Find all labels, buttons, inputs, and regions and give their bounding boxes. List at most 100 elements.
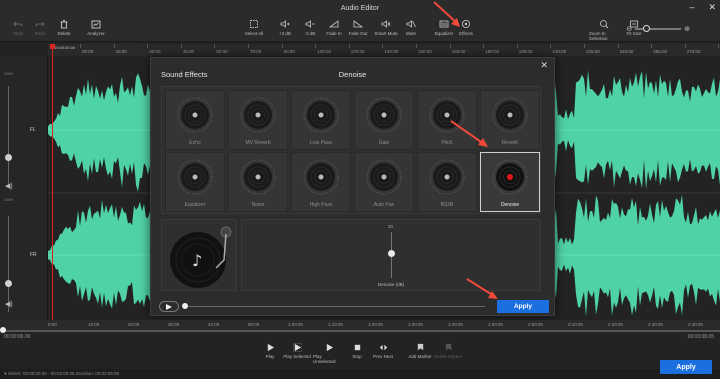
minimize-icon[interactable]: – xyxy=(689,2,694,12)
mute-button[interactable]: Mute xyxy=(397,19,425,36)
ruler-tick-mark xyxy=(214,44,216,48)
effect-tile-noise[interactable]: Noise xyxy=(228,152,288,212)
ruler-tick-mark xyxy=(113,44,115,48)
fade-out-label: Fade Out xyxy=(348,31,368,36)
effect-name-heading: Denoise xyxy=(338,70,367,79)
overview-progress-track[interactable] xyxy=(0,330,720,332)
annotation-arrow-denoise xyxy=(450,120,488,147)
total-time: 00:03:08.05 xyxy=(687,334,714,340)
delete-button[interactable]: Delete xyxy=(50,19,78,36)
vinyl-disc-icon xyxy=(177,97,213,133)
play-icon xyxy=(267,343,274,352)
effect-label: Reverb xyxy=(501,140,519,146)
vinyl-disc-icon xyxy=(492,97,528,133)
playhead-line[interactable] xyxy=(52,44,53,330)
delete-marker-icon xyxy=(445,343,451,351)
transport-controls: Play Play Selected Play Unselected Stop … xyxy=(0,343,720,369)
preview-progress-track[interactable] xyxy=(185,306,485,307)
effect-label: Gain xyxy=(378,140,390,146)
overview-progress-knob[interactable] xyxy=(0,327,6,333)
effect-tile-high-pass[interactable]: High Pass xyxy=(291,152,351,212)
fr-volume-knob[interactable] xyxy=(5,280,12,287)
select-all-button[interactable]: Select All xyxy=(240,19,268,36)
effect-tile-low-pass[interactable]: Low Pass xyxy=(291,90,351,150)
playhead-marker[interactable] xyxy=(50,44,55,49)
overview-tick-label: 2:00:00 xyxy=(528,322,544,327)
ruler-tick-label: 225:00 xyxy=(586,49,600,54)
zoom-out-icon[interactable]: ⊖ xyxy=(626,25,632,33)
analyzer-button[interactable]: Analyzer xyxy=(82,19,110,36)
effect-tile-mv-reverb[interactable]: MV Reverb xyxy=(228,90,288,150)
effect-label: Auto Pan xyxy=(373,202,395,208)
zoom-selection-icon xyxy=(600,20,609,29)
ruler-tick-label: 105:00 xyxy=(317,49,331,54)
zoom-selection-label: Zoom In Selection xyxy=(589,31,608,41)
fr-volume-track[interactable] xyxy=(8,216,9,312)
ruler-tick-mark xyxy=(617,44,619,48)
effect-tile-denoise[interactable]: Denoise xyxy=(480,152,540,212)
annotation-arrow-apply xyxy=(466,278,498,299)
turntable-icon: ♪ xyxy=(170,226,232,288)
timeline-ruler[interactable]: 00:00 15:00 30:00 45:00 60:00 75:00 90:00 105:0… xyxy=(48,44,720,56)
apply-button[interactable]: Apply xyxy=(660,360,712,374)
overview-tick-label: 2:40:00 xyxy=(688,322,704,327)
analyzer-icon xyxy=(91,20,101,29)
overview-tick-label: 1:50:00 xyxy=(488,322,504,327)
ruler-tick-label: 45:00 xyxy=(182,49,195,54)
delete-label: Delete xyxy=(57,31,71,36)
fl-volume-track[interactable] xyxy=(8,86,9,186)
zoom-slider[interactable] xyxy=(635,25,682,32)
prev-next-button[interactable]: Prev Next xyxy=(367,343,399,359)
zoom-in-icon[interactable]: ⊕ xyxy=(684,25,690,33)
fade-out-button[interactable]: Fade Out xyxy=(344,19,372,36)
current-time: 00:00:00.00 xyxy=(4,334,31,340)
ruler-tick-mark xyxy=(180,44,182,48)
fl-speaker-icon[interactable]: ◀) xyxy=(5,182,13,190)
play-selected-button[interactable]: Play Selected xyxy=(281,343,313,359)
vinyl-disc-icon xyxy=(303,159,339,195)
vinyl-disc-icon xyxy=(177,159,213,195)
dialog-apply-button[interactable]: Apply xyxy=(497,300,549,313)
overview-ruler[interactable]: 0:00 10:00 20:00 30:00 40:00 50:00 1:00:00 1:10… xyxy=(0,320,720,330)
overview-tick-label: 2:30:00 xyxy=(648,322,664,327)
ruler-tick-mark xyxy=(281,44,283,48)
smart-mute-button[interactable]: Smart Mute xyxy=(372,19,400,36)
close-icon[interactable]: ✕ xyxy=(708,2,716,12)
effect-tile-bs2b[interactable]: BS2B xyxy=(417,152,477,212)
overview-tick-label: 50:00 xyxy=(248,322,260,327)
delete-marker-button[interactable]: Delete Marker xyxy=(432,343,464,359)
trash-icon xyxy=(60,20,68,29)
svg-text:♪: ♪ xyxy=(192,251,202,270)
effect-label: MV Reverb xyxy=(245,140,271,146)
vinyl-disc-icon xyxy=(366,159,402,195)
preview-play-button[interactable] xyxy=(159,301,179,312)
zoom-slider-knob[interactable] xyxy=(643,25,651,32)
fl-volume-knob[interactable] xyxy=(5,154,12,161)
vinyl-disc-icon xyxy=(429,159,465,195)
overview-tick-label: 1:30:00 xyxy=(408,322,424,327)
overview-tick-label: 40:00 xyxy=(208,322,220,327)
overview-tick-label: 2:20:00 xyxy=(608,322,624,327)
effect-tile-echo[interactable]: Echo xyxy=(165,90,225,150)
fr-speaker-icon[interactable]: ◀) xyxy=(5,300,13,308)
audio-editor-window: Audio Editor – ✕ Undo Redo Delete Analyz… xyxy=(0,0,720,379)
effect-tile-gain[interactable]: Gain xyxy=(354,90,414,150)
zoom-selection-button[interactable]: Zoom In Selection xyxy=(589,19,619,41)
effect-label: High Pass xyxy=(309,202,333,208)
ruler-tick-mark xyxy=(416,44,417,48)
effect-tile-auto-pan[interactable]: Auto Pan xyxy=(354,152,414,212)
undo-icon xyxy=(13,21,23,27)
channel-column: 100% FL ◀) 100% FR ◀) xyxy=(0,56,48,320)
status-bar: ● Select: 00:00:00.00 - 00:03:08.05 Dura… xyxy=(0,369,720,379)
effect-tile-equalizer[interactable]: Equalizer xyxy=(165,152,225,212)
fade-out-icon xyxy=(353,20,363,28)
volume-up-button[interactable]: +3 dB xyxy=(271,19,299,36)
stop-icon xyxy=(354,344,360,351)
denoise-slider-knob[interactable] xyxy=(388,249,395,257)
stop-label: Stop xyxy=(352,354,362,359)
ruler-tick-mark xyxy=(718,44,720,48)
preview-progress-knob[interactable] xyxy=(182,303,188,309)
select-all-label: Select All xyxy=(244,31,264,36)
window-controls: – ✕ xyxy=(689,2,716,12)
undo-label: Undo xyxy=(12,31,24,36)
